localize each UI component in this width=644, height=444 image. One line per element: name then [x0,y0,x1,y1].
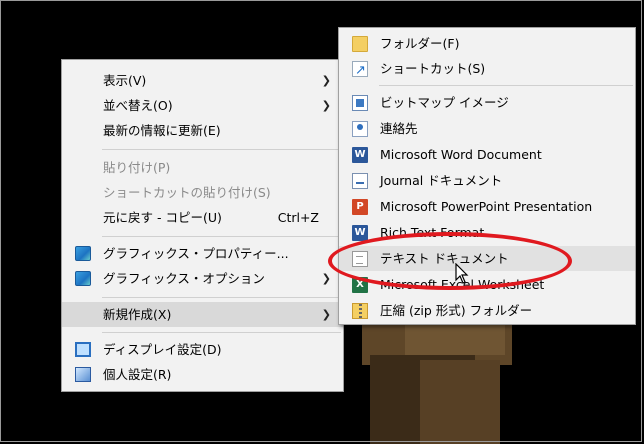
chevron-right-icon: ❯ [321,272,331,285]
menu-separator [102,297,341,298]
graphics-icon [75,246,91,261]
journal-icon [352,173,368,189]
new-item-zip-folder[interactable]: 圧縮 (zip 形式) フォルダー [339,298,635,323]
menu-separator [102,332,341,333]
new-submenu: フォルダー(F) ショートカット(S) ビットマップ イメージ 連絡先 W Mi… [338,27,636,325]
menu-separator [102,149,341,150]
menu-item-undo-copy[interactable]: 元に戻す - コピー(U) Ctrl+Z [62,205,343,230]
new-item-word-document[interactable]: W Microsoft Word Document [339,142,635,167]
new-item-journal-document[interactable]: Journal ドキュメント [339,168,635,193]
chevron-right-icon: ❯ [321,308,331,321]
menu-item-label: ディスプレイ設定(D) [103,342,222,357]
graphics-icon [75,271,91,286]
display-icon [75,342,91,357]
wallpaper-figure-body-shade [420,360,500,444]
chevron-right-icon: ❯ [321,74,331,87]
menu-item-label: 最新の情報に更新(E) [103,123,221,138]
chevron-right-icon: ❯ [321,99,331,112]
new-item-folder[interactable]: フォルダー(F) [339,31,635,56]
menu-item-label: 貼り付け(P) [103,160,171,175]
menu-separator [379,85,633,86]
menu-item-label: ショートカットの貼り付け(S) [103,185,271,200]
menu-item-label: グラフィックス・オプション [103,271,265,286]
personalize-icon [75,367,91,382]
zip-folder-icon [352,303,368,319]
menu-item-label: 表示(V) [103,73,147,88]
menu-item-label: 連絡先 [380,121,418,136]
menu-item-paste-shortcut[interactable]: ショートカットの貼り付け(S) [62,180,343,205]
text-document-icon [352,251,368,267]
menu-item-label: ビットマップ イメージ [380,95,509,110]
menu-item-label: 並べ替え(O) [103,98,173,113]
menu-item-label: 元に戻す - コピー(U) [103,210,222,225]
menu-item-label: 圧縮 (zip 形式) フォルダー [380,303,533,318]
menu-item-label: Rich Text Format [380,225,485,240]
menu-item-label: フォルダー(F) [380,36,460,51]
menu-item-graphics-options[interactable]: グラフィックス・オプション ❯ [62,266,343,291]
menu-item-label: Journal ドキュメント [380,173,503,188]
contact-icon [352,121,368,137]
menu-item-refresh[interactable]: 最新の情報に更新(E) [62,118,343,143]
new-item-contact[interactable]: 連絡先 [339,116,635,141]
menu-item-shortcut: Ctrl+Z [277,210,319,225]
menu-item-label: テキスト ドキュメント [380,251,509,266]
menu-item-label: 個人設定(R) [103,367,172,382]
menu-item-label: Microsoft Word Document [380,147,542,162]
menu-item-display-settings[interactable]: ディスプレイ設定(D) [62,337,343,362]
menu-item-sort-by[interactable]: 並べ替え(O) ❯ [62,93,343,118]
new-item-rich-text-format[interactable]: W Rich Text Format [339,220,635,245]
new-item-powerpoint-presentation[interactable]: P Microsoft PowerPoint Presentation [339,194,635,219]
menu-item-personalize[interactable]: 個人設定(R) [62,362,343,387]
rtf-icon: W [352,225,368,241]
new-item-text-document[interactable]: テキスト ドキュメント [339,246,635,271]
shortcut-icon [352,58,368,83]
new-item-excel-worksheet[interactable]: X Microsoft Excel Worksheet [339,272,635,297]
bitmap-icon [352,95,368,111]
excel-icon: X [352,277,368,293]
menu-separator [102,236,341,237]
menu-item-graphics-properties[interactable]: グラフィックス・プロパティー... [62,241,343,266]
menu-item-label: 新規作成(X) [103,307,172,322]
menu-item-label: Microsoft PowerPoint Presentation [380,199,593,214]
menu-item-paste[interactable]: 貼り付け(P) [62,155,343,180]
word-icon: W [352,147,368,163]
desktop-context-menu: 表示(V) ❯ 並べ替え(O) ❯ 最新の情報に更新(E) 貼り付け(P) ショ… [61,59,344,392]
new-item-bitmap[interactable]: ビットマップ イメージ [339,90,635,115]
menu-item-new[interactable]: 新規作成(X) ❯ [62,302,343,327]
powerpoint-icon: P [352,199,368,215]
menu-item-view[interactable]: 表示(V) ❯ [62,68,343,93]
menu-item-label: ショートカット(S) [380,61,486,76]
new-item-shortcut[interactable]: ショートカット(S) [339,56,635,83]
menu-item-label: グラフィックス・プロパティー... [103,246,289,261]
folder-icon [352,36,368,52]
